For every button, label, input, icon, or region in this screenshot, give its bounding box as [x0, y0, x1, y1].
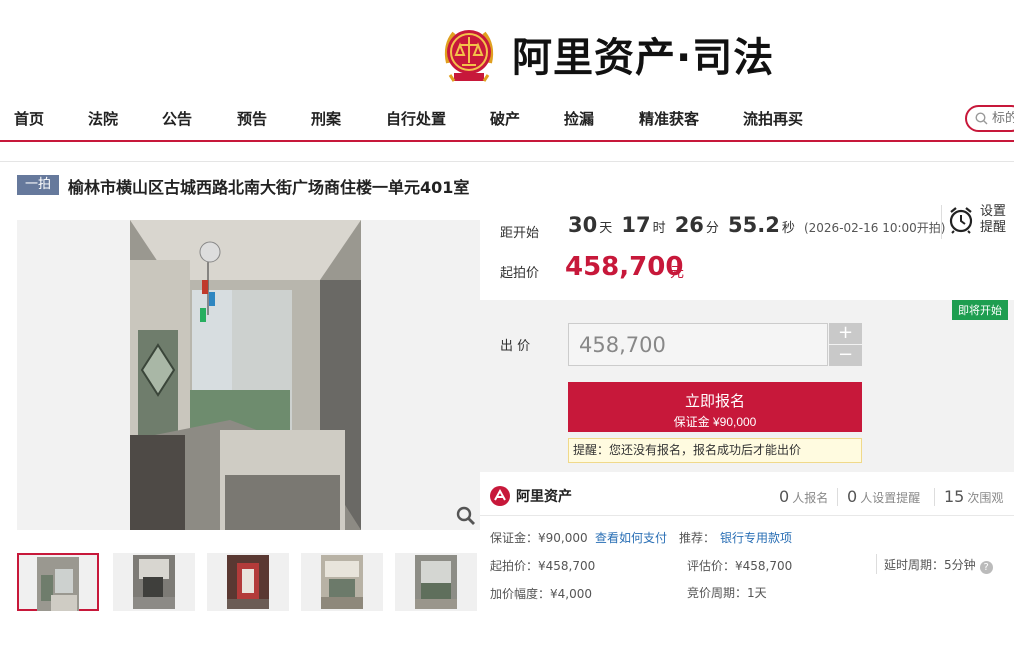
start-price-unit: 元 — [670, 265, 684, 281]
register-deposit-text: 保证金 ¥90,000 — [673, 415, 757, 429]
auction-round-tag: 一拍 — [17, 175, 59, 195]
views-count: 15 次围观 — [944, 487, 1004, 506]
thumbnail-2[interactable] — [113, 553, 195, 611]
divider — [0, 161, 1014, 162]
reminder-label-2: 提醒 — [980, 220, 1007, 235]
brand-name: 阿里资产 — [516, 489, 572, 505]
nav-item-relist[interactable]: 流拍再买 — [743, 108, 803, 129]
detail-appraisal-price: 评估价：¥458,700 — [687, 559, 793, 573]
divider — [876, 554, 877, 574]
thumbnail-3[interactable] — [207, 553, 289, 611]
nav-item-notice[interactable]: 公告 — [162, 108, 192, 129]
reminder-count: 0 人设置提醒 — [847, 487, 921, 506]
recommend-label: 推荐： — [679, 531, 716, 545]
search-icon — [975, 112, 988, 125]
bid-label: 出 价 — [500, 339, 531, 354]
countdown-hours: 17 — [621, 213, 651, 237]
countdown-seconds: 55.2 — [728, 213, 780, 237]
nav-item-bargain[interactable]: 捡漏 — [564, 108, 594, 129]
detail-delay-period: 延时周期：5分钟? — [884, 556, 993, 574]
detail-bid-period: 竞价周期：1天 — [687, 586, 767, 600]
decrease-bid-button[interactable]: − — [829, 345, 862, 366]
how-to-pay-link[interactable]: 查看如何支付 — [595, 529, 667, 546]
start-price-label: 起拍价 — [500, 266, 540, 281]
status-badge: 即将开始 — [952, 300, 1008, 320]
thumbnail-1[interactable] — [17, 553, 99, 611]
register-button[interactable]: 立即报名 保证金 ¥90,000 — [568, 382, 862, 432]
main-nav: 首页 法院 公告 预告 刑案 自行处置 破产 捡漏 精准获客 流拍再买 — [0, 98, 1014, 142]
divider — [837, 488, 838, 506]
ali-asset-logo-icon — [490, 486, 510, 506]
registered-count: 0 人报名 — [779, 487, 829, 506]
nav-item-court[interactable]: 法院 — [88, 108, 118, 129]
nav-item-preview[interactable]: 预告 — [237, 108, 267, 129]
nav-item-bankruptcy[interactable]: 破产 — [490, 108, 520, 129]
thumbnail-4[interactable] — [301, 553, 383, 611]
logo-text: 阿里资产·司法 — [512, 35, 775, 81]
reminder-label-1: 设置 — [980, 204, 1007, 219]
countdown-minutes: 26 — [674, 213, 704, 237]
bank-loan-link[interactable]: 银行专用款项 — [720, 529, 792, 546]
court-emblem-icon — [440, 23, 498, 85]
thumbnail-5[interactable] — [395, 553, 477, 611]
register-button-label: 立即报名 — [684, 393, 745, 410]
site-logo[interactable]: 阿里资产·司法 — [440, 22, 774, 86]
countdown-label: 距开始 — [500, 226, 540, 241]
main-image[interactable] — [17, 220, 480, 530]
divider — [941, 205, 942, 239]
search-box[interactable] — [965, 105, 1014, 132]
start-price-value: 458,700 — [565, 252, 684, 282]
deposit-info: 保证金：¥90,000 — [490, 531, 588, 545]
nav-item-criminal[interactable]: 刑案 — [311, 108, 341, 129]
zoom-icon[interactable] — [456, 506, 476, 526]
increase-bid-button[interactable]: + — [829, 323, 862, 344]
detail-increment: 加价幅度：¥4,000 — [490, 587, 592, 601]
nav-item-home[interactable]: 首页 — [14, 108, 44, 129]
help-icon[interactable]: ? — [979, 561, 993, 574]
set-reminder-button[interactable]: 设置 提醒 — [948, 204, 1006, 236]
countdown: 30 天 17 时 26 分 55.2 秒 (2026-02-16 10:00开拍) — [568, 213, 946, 237]
divider — [934, 488, 935, 506]
countdown-days: 30 — [568, 213, 598, 237]
nav-item-self-disposal[interactable]: 自行处置 — [386, 108, 446, 129]
registration-hint: 提醒：您还没有报名，报名成功后才能出价 — [568, 438, 862, 463]
listing-title: 榆林市横山区古城西路北南大街广场商住楼一单元401室 — [68, 178, 470, 197]
brand-logo: 阿里资产 — [490, 486, 572, 506]
start-time-note: (2026-02-16 10:00开拍) — [803, 221, 946, 235]
nav-item-precise-leads[interactable]: 精准获客 — [639, 108, 699, 129]
detail-start-price: 起拍价：¥458,700 — [490, 559, 596, 573]
alarm-clock-icon — [949, 207, 973, 234]
search-input[interactable] — [992, 111, 1014, 126]
property-photo — [130, 220, 361, 530]
bid-amount-input[interactable] — [568, 323, 828, 366]
